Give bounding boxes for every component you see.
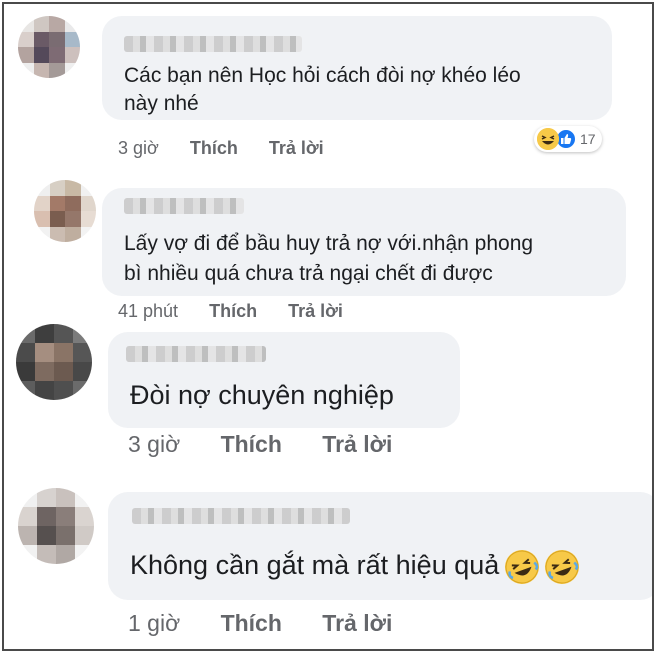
comment-text-line: Không cần gắt mà rất hiệu quả bbox=[130, 545, 585, 589]
reply-button[interactable]: Trả lời bbox=[288, 301, 343, 322]
avatar[interactable] bbox=[16, 324, 92, 400]
commenter-name-blurred[interactable] bbox=[126, 346, 266, 362]
comment-actions: 3 giờ Thích Trả lời bbox=[118, 138, 324, 159]
reply-button[interactable]: Trả lời bbox=[322, 610, 392, 637]
comment-bubble: Lấy vợ đi để bầu huy trả nợ với.nhận pho… bbox=[102, 188, 626, 296]
timestamp[interactable]: 3 giờ bbox=[128, 431, 180, 458]
haha-icon bbox=[537, 128, 559, 150]
commenter-name-blurred[interactable] bbox=[124, 198, 244, 214]
like-button[interactable]: Thích bbox=[190, 138, 238, 159]
reaction-summary[interactable]: 17 bbox=[534, 126, 602, 152]
comment-bubble: Đòi nợ chuyên nghiệp bbox=[108, 332, 460, 428]
reply-button[interactable]: Trả lời bbox=[269, 138, 324, 159]
comment-actions: 41 phút Thích Trả lời bbox=[118, 301, 343, 322]
rofl-icon bbox=[500, 545, 545, 589]
commenter-name-blurred[interactable] bbox=[124, 36, 302, 52]
avatar[interactable] bbox=[18, 16, 80, 78]
commenter-name-blurred[interactable] bbox=[132, 508, 350, 524]
comment-actions: 3 giờ Thích Trả lời bbox=[128, 431, 392, 458]
timestamp[interactable]: 3 giờ bbox=[118, 138, 159, 159]
comment-text-line: này nhé bbox=[124, 92, 199, 115]
screenshot-frame: Các bạn nên Học hỏi cách đòi nợ khéo léo… bbox=[2, 2, 654, 651]
like-button[interactable]: Thích bbox=[221, 431, 282, 458]
comment-bubble: Các bạn nên Học hỏi cách đòi nợ khéo léo… bbox=[102, 16, 612, 120]
reaction-count: 17 bbox=[580, 131, 596, 147]
comment-text-line: Lấy vợ đi để bầu huy trả nợ với.nhận pho… bbox=[124, 232, 534, 255]
reply-button[interactable]: Trả lời bbox=[322, 431, 392, 458]
comment-text-line: Đòi nợ chuyên nghiệp bbox=[130, 380, 394, 410]
like-button[interactable]: Thích bbox=[209, 301, 257, 322]
comment-bubble: Không cần gắt mà rất hiệu quả bbox=[108, 492, 652, 600]
comment-text: Không cần gắt mà rất hiệu quả bbox=[130, 550, 500, 581]
comment-actions: 1 giờ Thích Trả lời bbox=[128, 610, 392, 637]
comment-text-line: Các bạn nên Học hỏi cách đòi nợ khéo léo bbox=[124, 64, 521, 87]
avatar[interactable] bbox=[18, 488, 94, 564]
timestamp[interactable]: 41 phút bbox=[118, 301, 178, 322]
rofl-icon bbox=[540, 545, 585, 589]
avatar[interactable] bbox=[34, 180, 96, 242]
timestamp[interactable]: 1 giờ bbox=[128, 610, 180, 637]
like-button[interactable]: Thích bbox=[221, 610, 282, 637]
comment-text-line: bì nhiều quá chưa trả ngại chết đi được bbox=[124, 262, 493, 285]
